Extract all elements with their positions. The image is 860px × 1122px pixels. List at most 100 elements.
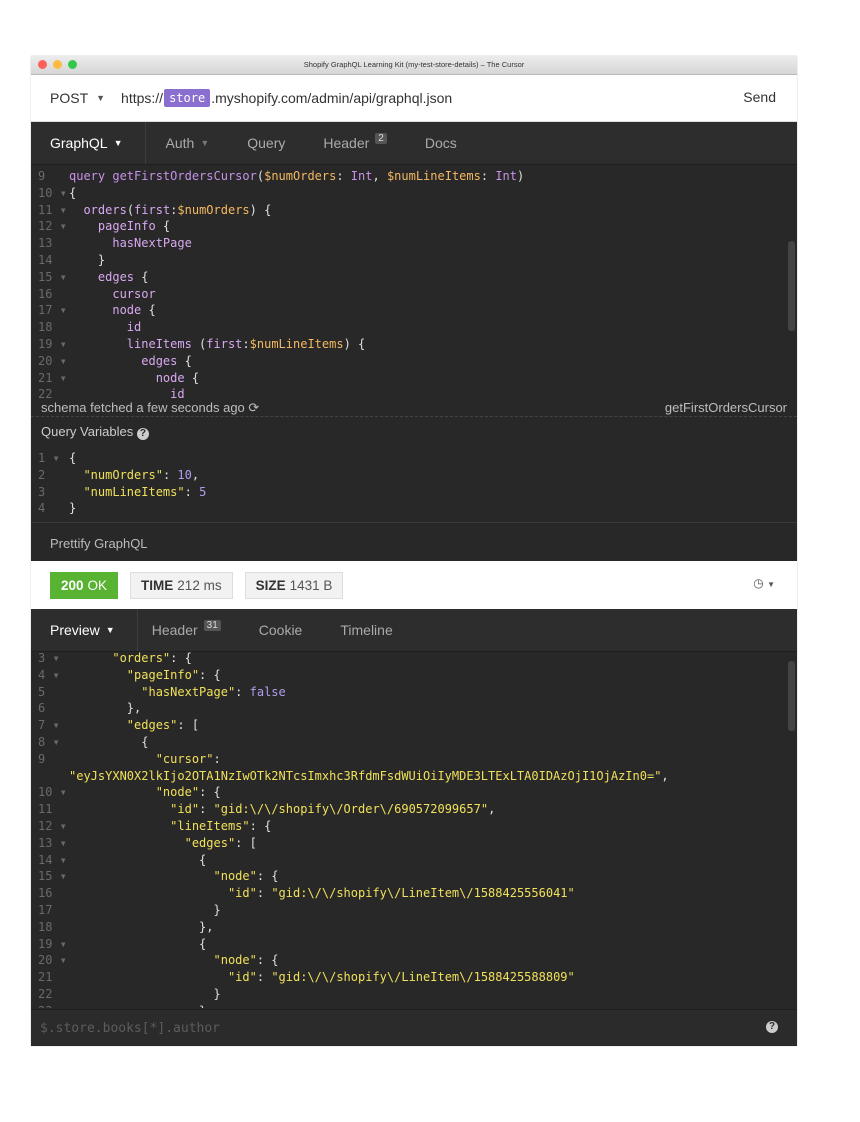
tab-query[interactable]: Query xyxy=(228,122,304,164)
code-text: } xyxy=(69,1004,206,1008)
code-text: edges { xyxy=(141,353,192,368)
zoom-dot-icon[interactable] xyxy=(68,60,77,69)
response-line: 16 "id": "gid:\/\/shopify\/LineItem\/158… xyxy=(31,885,797,902)
line-number[interactable]: 13 ▾ xyxy=(31,835,69,852)
line-number: 13 xyxy=(38,236,53,251)
code-text: "pageInfo": { xyxy=(126,667,221,682)
variable-line: 2 "numOrders": 10, xyxy=(31,467,797,484)
line-number: 21 xyxy=(38,970,53,985)
clock-icon: ◷ xyxy=(753,576,764,590)
line-number[interactable]: 14 ▾ xyxy=(31,852,69,869)
code-text: pageInfo { xyxy=(97,219,171,234)
tab-query-label: Query xyxy=(247,135,286,151)
line-number[interactable]: 15 ▾ xyxy=(31,868,69,885)
line-number[interactable]: 20 ▾ xyxy=(31,353,69,370)
query-line: 16 cursor xyxy=(31,286,797,303)
chevron-down-icon: ▼ xyxy=(200,138,210,148)
code-text: }, xyxy=(69,701,142,716)
time-value: 212 ms xyxy=(177,577,222,593)
query-editor[interactable]: 9 query getFirstOrdersCursor($numOrders: … xyxy=(31,168,797,398)
tab-preview[interactable]: Preview ▼ xyxy=(31,609,138,651)
response-line: 19 ▾ { xyxy=(31,936,797,953)
code-text: hasNextPage xyxy=(112,236,192,251)
history-dropdown[interactable]: ◷ ▼ xyxy=(753,576,775,590)
line-number[interactable]: 11 ▾ xyxy=(31,202,69,219)
help-icon[interactable]: ? xyxy=(766,1021,778,1033)
response-line: 8 ▾ { xyxy=(31,734,797,751)
status-text: OK xyxy=(87,577,108,593)
schema-status-bar: schema fetched a few seconds ago ⟳ getFi… xyxy=(31,399,797,417)
line-number[interactable]: 4 ▾ xyxy=(31,667,69,684)
help-icon[interactable]: ? xyxy=(136,428,149,440)
size-value: 1431 B xyxy=(289,577,333,593)
line-number[interactable]: 7 ▾ xyxy=(31,717,69,734)
line-number[interactable]: 8 ▾ xyxy=(31,734,69,751)
code-text: edges { xyxy=(97,269,149,284)
code-text: lineItems (first:$numLineItems) { xyxy=(126,336,366,351)
code-text: "node": { xyxy=(155,785,221,800)
close-dot-icon[interactable] xyxy=(38,60,47,69)
query-line: 20 ▾ edges { xyxy=(31,353,797,370)
tab-docs[interactable]: Docs xyxy=(406,122,476,164)
line-number[interactable]: 21 ▾ xyxy=(31,370,69,387)
url-input[interactable]: https:// store .myshopify.com/admin/api/… xyxy=(121,89,452,107)
line-number[interactable]: 17 ▾ xyxy=(31,302,69,319)
line-number[interactable]: 15 ▾ xyxy=(31,269,69,286)
line-number: 18 xyxy=(38,320,53,335)
line-number: 22 xyxy=(38,387,53,398)
query-line: 17 ▾ node { xyxy=(31,302,797,319)
query-scrollbar[interactable] xyxy=(788,241,795,331)
response-viewer[interactable]: 3 ▾ "orders": {4 ▾ "pageInfo": {5 "hasNe… xyxy=(31,650,797,1008)
refresh-icon[interactable]: ⟳ xyxy=(248,400,259,415)
line-number[interactable]: 19 ▾ xyxy=(31,936,69,953)
tab-header-label: Header xyxy=(323,135,370,151)
response-header-count-badge: 31 xyxy=(203,619,221,631)
url-bar: POST ▼ https:// store .myshopify.com/adm… xyxy=(31,75,797,122)
tab-graphql[interactable]: GraphQL ▼ xyxy=(31,122,146,164)
code-text: node { xyxy=(112,303,156,318)
line-number[interactable]: 1 ▾ xyxy=(31,450,69,467)
method-dropdown[interactable]: POST ▼ xyxy=(50,90,105,106)
line-number[interactable]: 12 ▾ xyxy=(31,818,69,835)
tab-response-header[interactable]: Header 31 xyxy=(138,609,240,651)
minimize-dot-icon[interactable] xyxy=(53,60,62,69)
code-text: { xyxy=(69,185,77,200)
line-number: 18 xyxy=(38,919,53,934)
tab-cookie[interactable]: Cookie xyxy=(240,609,322,651)
app-window: Shopify GraphQL Learning Kit (my-test-st… xyxy=(31,56,797,1046)
line-number[interactable]: 19 ▾ xyxy=(31,336,69,353)
schema-status-text: schema fetched a few seconds ago xyxy=(41,399,245,415)
chevron-down-icon: ▼ xyxy=(767,580,775,589)
line-number: 16 xyxy=(38,886,53,901)
line-number: 23 xyxy=(31,1003,69,1008)
query-line: 13 hasNextPage xyxy=(31,235,797,252)
query-line: 10 ▾{ xyxy=(31,185,797,202)
line-number[interactable]: 12 ▾ xyxy=(31,218,69,235)
tab-timeline[interactable]: Timeline xyxy=(321,609,411,651)
env-variable-tag[interactable]: store xyxy=(164,89,211,107)
query-line: 21 ▾ node { xyxy=(31,370,797,387)
line-number: 3 xyxy=(38,484,46,499)
line-number: 17 xyxy=(38,902,53,917)
query-line: 22 id xyxy=(31,386,797,398)
code-text: "node": { xyxy=(213,953,279,968)
response-line: 18 }, xyxy=(31,919,797,936)
code-text: query getFirstOrdersCursor($numOrders: I… xyxy=(69,169,525,183)
response-filter-input[interactable]: $.store.books[*].author xyxy=(40,1021,220,1036)
response-line: 6 }, xyxy=(31,700,797,717)
line-number[interactable]: 10 ▾ xyxy=(31,784,69,801)
line-number: 9 xyxy=(38,169,46,183)
prettify-button[interactable]: Prettify GraphQL xyxy=(50,536,148,551)
tab-header[interactable]: Header 2 xyxy=(304,122,405,164)
response-scrollbar[interactable] xyxy=(788,661,795,731)
variables-editor[interactable]: 1 ▾{2 "numOrders": 10, 3 "numLineItems": … xyxy=(31,450,797,518)
tab-auth[interactable]: Auth ▼ xyxy=(146,122,229,164)
line-number[interactable]: 20 ▾ xyxy=(31,952,69,969)
send-button[interactable]: Send xyxy=(743,89,776,105)
query-line: 9 query getFirstOrdersCursor($numOrders: … xyxy=(31,168,797,185)
operation-name[interactable]: getFirstOrdersCursor xyxy=(665,400,787,415)
code-text: "cursor": xyxy=(155,751,221,766)
code-text: "numOrders": 10, xyxy=(83,467,200,482)
line-number[interactable]: 10 ▾ xyxy=(31,185,69,202)
line-number[interactable]: 3 ▾ xyxy=(31,650,69,667)
